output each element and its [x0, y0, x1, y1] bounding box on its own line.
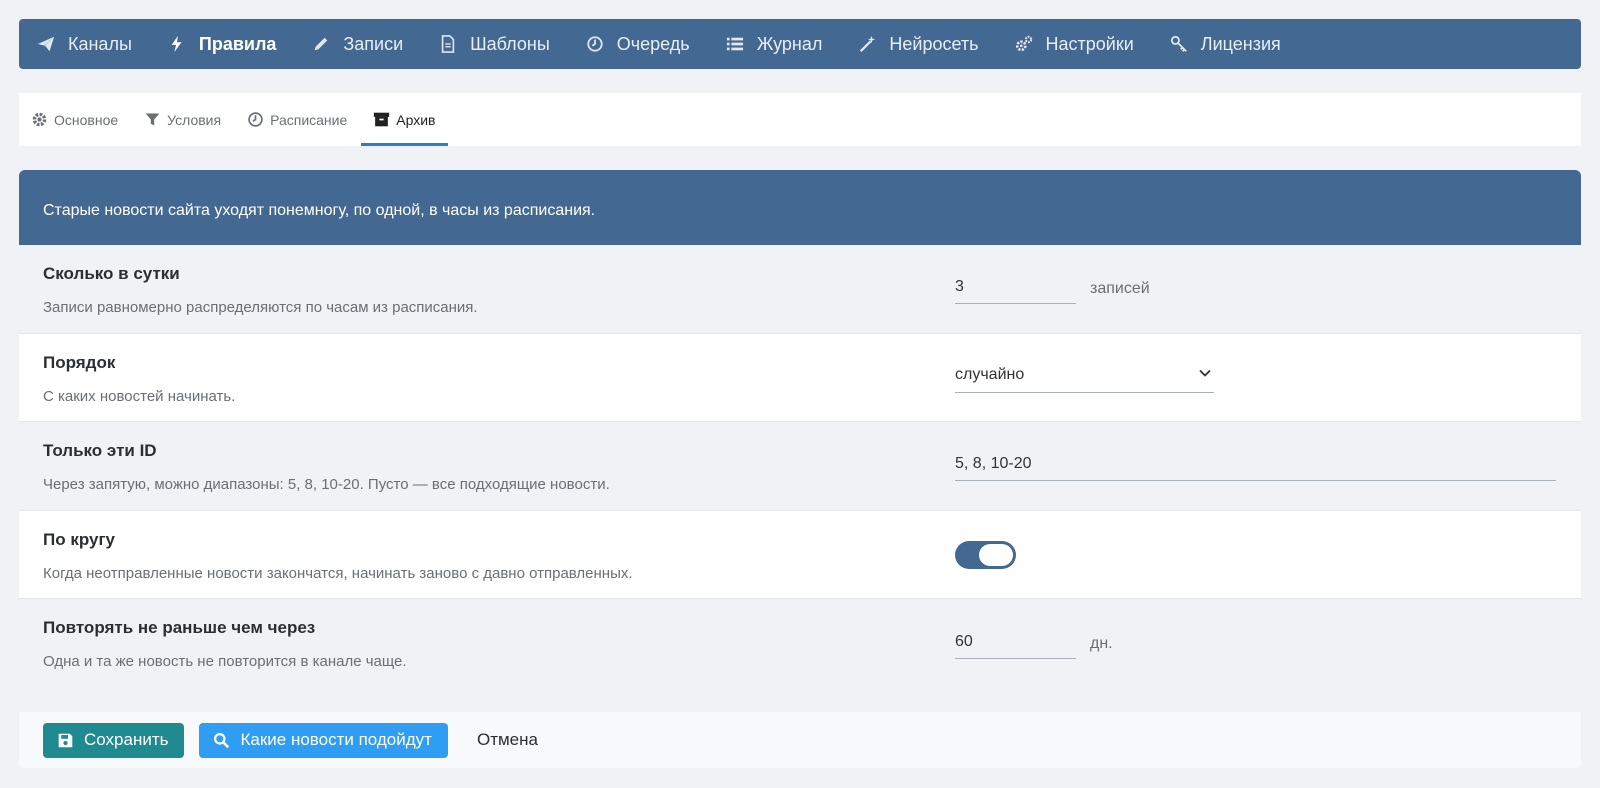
tab-archive[interactable]: Архив: [361, 93, 448, 146]
setting-label: Порядок: [43, 352, 116, 372]
magic-wand-icon: [858, 35, 876, 53]
tab-general[interactable]: Основное: [31, 93, 130, 146]
preview-label: Какие новости подойдут: [240, 730, 432, 749]
setting-description: С каких новостей начинать.: [43, 387, 236, 405]
setting-control: случайно: [955, 334, 1214, 422]
nav-label: Правила: [198, 33, 277, 54]
gear-icon: [31, 111, 48, 128]
section-tabs: Основное Условия Расписание Архив: [19, 93, 1581, 146]
nav-label: Каналы: [68, 33, 132, 54]
list-icon: [726, 35, 744, 53]
preview-matching-news-button[interactable]: Какие новости подойдут: [199, 722, 448, 758]
banner-text: Старые новости сайта уходят понемногу, п…: [43, 201, 596, 219]
setting-per-day: Сколько в сутки Записи равномерно распре…: [19, 245, 1581, 334]
nav-item-journal[interactable]: Журнал: [726, 33, 823, 55]
tab-label: Основное: [54, 111, 119, 128]
tab-schedule[interactable]: Расписание: [247, 93, 359, 146]
nav-item-channels[interactable]: Каналы: [37, 34, 132, 55]
loop-toggle[interactable]: [955, 540, 1016, 569]
top-navigation: Каналы Правила Записи Шаблоны Очередь Жу…: [19, 19, 1581, 69]
nav-label: Журнал: [756, 33, 823, 54]
repeat-after-input[interactable]: [955, 628, 1076, 659]
tab-label: Условия: [167, 111, 222, 128]
setting-label: Повторять не раньше чем через: [43, 618, 316, 638]
key-icon: [1170, 35, 1188, 53]
bolt-icon: [168, 35, 186, 53]
order-selected-value: случайно: [955, 366, 1025, 384]
setting-order: Порядок С каких новостей начинать. случа…: [19, 333, 1581, 423]
cancel-button[interactable]: Отмена: [463, 723, 554, 758]
setting-label: Сколько в сутки: [43, 264, 180, 283]
per-day-input[interactable]: [955, 273, 1076, 304]
floppy-disk-icon: [58, 733, 73, 747]
nav-item-rules[interactable]: Правила: [168, 33, 277, 55]
info-banner: Старые новости сайта уходят понемногу, п…: [19, 170, 1581, 245]
nav-item-queue[interactable]: Очередь: [586, 34, 690, 55]
nav-label: Лицензия: [1200, 33, 1281, 54]
setting-description: Одна и та же новость не повторится в кан…: [43, 653, 407, 671]
repeat-after-unit: дн.: [1090, 634, 1113, 652]
setting-control: [955, 422, 1556, 510]
nav-label: Нейросеть: [889, 33, 979, 54]
setting-label: Только эти ID: [43, 441, 157, 461]
setting-control: дн.: [955, 599, 1113, 688]
clock-icon: [586, 35, 604, 53]
nav-item-neural[interactable]: Нейросеть: [858, 33, 979, 55]
setting-description: Когда неотправленные новости закончатся,…: [43, 564, 633, 582]
nav-label: Записи: [343, 33, 404, 54]
tab-label: Расписание: [270, 111, 348, 128]
setting-control: записей: [955, 245, 1150, 333]
form-actions: Сохранить Какие новости подойдут Отмена: [19, 712, 1581, 768]
nav-label: Очередь: [616, 33, 690, 54]
save-label: Сохранить: [84, 730, 169, 749]
order-select[interactable]: случайно: [955, 362, 1214, 393]
setting-label: По кругу: [43, 529, 115, 549]
gears-icon: [1015, 35, 1033, 53]
cancel-label: Отмена: [476, 730, 538, 749]
filter-icon: [144, 111, 161, 128]
tab-conditions[interactable]: Условия: [144, 93, 233, 146]
nav-item-settings[interactable]: Настройки: [1015, 34, 1134, 55]
setting-description: Записи равномерно распределяются по часа…: [43, 299, 478, 316]
save-button[interactable]: Сохранить: [43, 722, 185, 758]
setting-loop: По кругу Когда неотправленные новости за…: [19, 510, 1581, 600]
toggle-knob: [979, 543, 1013, 566]
nav-item-posts[interactable]: Записи: [312, 34, 403, 55]
search-icon: [214, 732, 230, 748]
document-icon: [439, 35, 457, 53]
only-ids-input[interactable]: [955, 450, 1556, 481]
chevron-down-icon: [1198, 366, 1214, 385]
pencil-icon: [312, 35, 330, 53]
clock-icon: [247, 111, 264, 128]
nav-label: Настройки: [1045, 33, 1134, 54]
archive-icon: [373, 111, 390, 128]
settings-list: Сколько в сутки Записи равномерно распре…: [19, 245, 1581, 688]
nav-item-license[interactable]: Лицензия: [1170, 34, 1281, 55]
nav-label: Шаблоны: [470, 33, 550, 54]
setting-repeat-after: Повторять не раньше чем через Одна и та …: [19, 599, 1581, 688]
setting-description: Через запятую, можно диапазоны: 5, 8, 10…: [43, 476, 610, 494]
nav-item-templates[interactable]: Шаблоны: [439, 34, 550, 55]
setting-control: [955, 511, 1016, 599]
setting-only-ids: Только эти ID Через запятую, можно диапа…: [19, 422, 1581, 511]
per-day-unit: записей: [1090, 279, 1150, 297]
paper-plane-icon: [37, 35, 55, 53]
tab-label: Архив: [396, 111, 436, 128]
